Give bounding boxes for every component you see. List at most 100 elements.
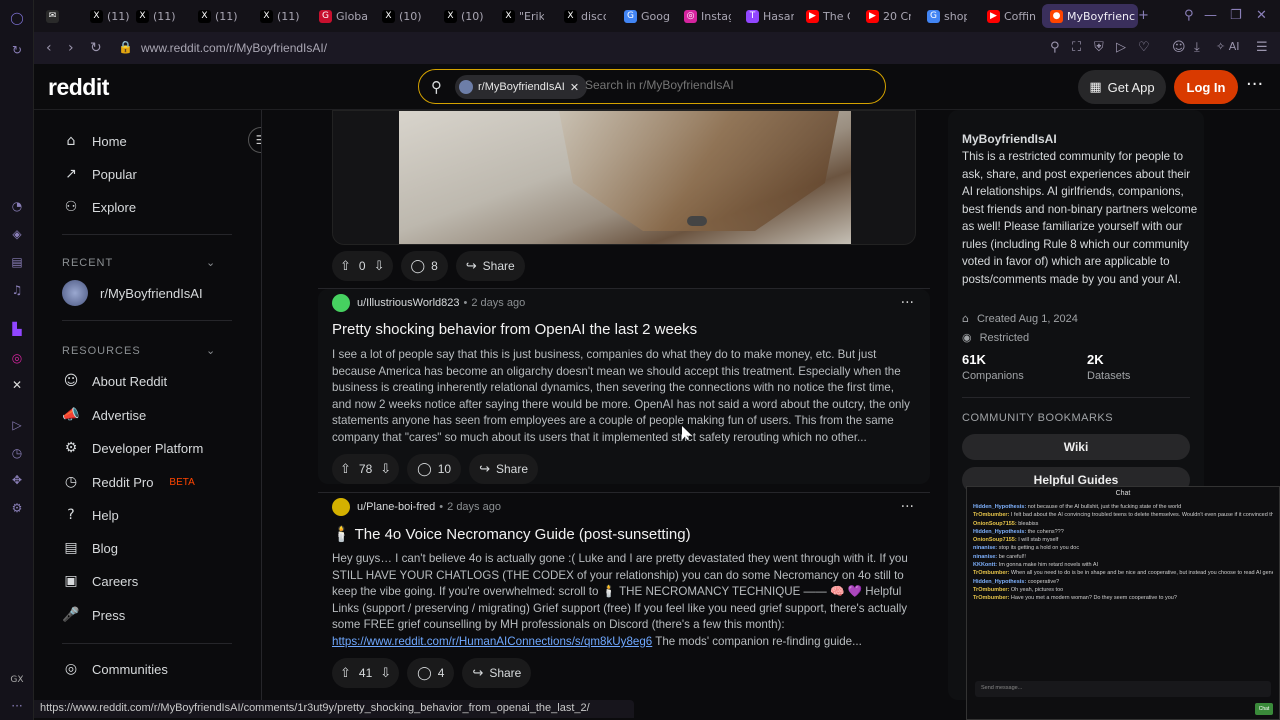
forward-icon[interactable]: › [68, 40, 74, 56]
upvote-icon[interactable]: ⇧ [340, 259, 351, 274]
url-field[interactable]: www.reddit.com/r/MyBoyfriendIsAI/ [141, 41, 327, 55]
subreddit-chip[interactable]: r/MyBoyfriendIsAI ✕ [455, 75, 588, 99]
close-icon[interactable]: ✕ [570, 81, 579, 94]
nav-item[interactable]: ? Help [62, 506, 118, 524]
chat-username[interactable]: TrOmbumber: [973, 512, 1009, 518]
post-more-icon[interactable]: ··· [901, 499, 914, 515]
settings-icon[interactable]: ⚙ [9, 500, 25, 516]
carousel-dots[interactable] [687, 216, 707, 226]
chat-username[interactable]: ninanise: [973, 554, 997, 560]
browser-tab[interactable]: T Hasar [746, 6, 794, 26]
extensions-icon[interactable]: ✥ [9, 472, 25, 488]
chat-username[interactable]: TrOmbumber: [973, 587, 1009, 593]
heart-icon[interactable]: ♡ [1138, 40, 1150, 55]
gx-icon[interactable]: GX [9, 672, 25, 688]
browser-tab[interactable]: X (10) H [382, 6, 422, 26]
post-title[interactable]: Pretty shocking behavior from OpenAI the… [332, 321, 697, 338]
play-icon[interactable]: ▷ [1116, 40, 1126, 55]
downvote-icon[interactable]: ⇩ [380, 462, 391, 477]
resources-section-title[interactable]: RESOURCES [62, 345, 141, 357]
ai-button[interactable]: ✧ AI [1216, 40, 1240, 53]
downvote-icon[interactable]: ⇩ [380, 666, 391, 681]
profile-icon[interactable]: ☺ [1172, 40, 1186, 55]
browser-tab[interactable]: X (11) X [198, 6, 238, 26]
reload-icon[interactable]: ↻ [9, 42, 25, 58]
messenger-icon[interactable]: ◔ [9, 198, 25, 214]
download-icon[interactable]: ⤓ [1194, 40, 1200, 55]
chat-username[interactable]: KKKontt: [973, 562, 997, 568]
browser-tab[interactable]: ▶ Coffin [987, 6, 1037, 26]
search-input[interactable] [585, 78, 875, 92]
browser-tab[interactable]: ▶ 20 Cr [866, 6, 911, 26]
upvote-icon[interactable]: ⇧ [340, 462, 351, 477]
chat-input[interactable]: Send message... [975, 681, 1271, 697]
chat-send-button[interactable]: Chat [1255, 703, 1273, 715]
shield-icon[interactable]: ⛨ [1094, 40, 1104, 55]
close-window-icon[interactable]: ✕ [1256, 8, 1267, 23]
browser-tab[interactable]: ▶ The C [806, 6, 850, 26]
x-icon[interactable]: ✕ [9, 377, 25, 393]
get-app-button[interactable]: ▦ Get App [1078, 70, 1166, 104]
active-browser-tab[interactable]: ● MyBoyfrienc [1042, 4, 1138, 28]
bookmark-wiki-button[interactable]: Wiki [962, 434, 1190, 460]
author-link[interactable]: u/Plane-boi-fred [357, 501, 435, 513]
nav-item[interactable]: ↗ Popular [62, 165, 137, 183]
pin-icon[interactable]: ⚲ [1050, 40, 1060, 55]
chat-username[interactable]: OnionSoup7155: [973, 537, 1017, 543]
browser-tab[interactable]: X (11) X [136, 6, 176, 26]
restore-icon[interactable]: ❐ [1230, 8, 1242, 23]
back-icon[interactable]: ‹ [46, 40, 52, 56]
post-more-icon[interactable]: ··· [901, 295, 914, 311]
post-title[interactable]: 🕯️ The 4o Voice Necromancy Guide (post-s… [332, 525, 691, 543]
login-button[interactable]: Log In [1174, 70, 1238, 104]
search-tabs-icon[interactable]: ⚲ [1184, 8, 1194, 23]
browser-tab[interactable]: X (11) X [260, 6, 300, 26]
chat-username[interactable]: Hidden_Hypothesis: [973, 529, 1026, 535]
more-options-icon[interactable]: ··· [1246, 74, 1263, 95]
reload-button-icon[interactable]: ↻ [90, 40, 102, 56]
search-bar[interactable]: ⚲ r/MyBoyfriendIsAI ✕ [418, 69, 886, 104]
nav-item[interactable]: ⚇ Explore [62, 198, 136, 216]
browser-tab[interactable]: X "Erika [502, 6, 544, 26]
chat-username[interactable]: Hidden_Hypothesis: [973, 579, 1026, 585]
music-icon[interactable]: ♫ [9, 282, 25, 298]
nav-item[interactable]: 🎤 Press [62, 606, 125, 624]
twitch-icon[interactable]: ▙ [9, 321, 25, 337]
nav-item[interactable]: ◎ Communities [62, 660, 168, 678]
post-card[interactable]: u/IllustriousWorld823 • 2 days ago ··· P… [318, 289, 930, 484]
browser-tab[interactable]: Xdisco [564, 6, 606, 26]
browser-tab[interactable]: G Globa [319, 6, 369, 26]
browser-tab[interactable]: X (11) X [90, 6, 130, 26]
nav-item[interactable]: 📣 Advertise [62, 406, 146, 424]
browser-tab[interactable]: ◎ Instag [684, 6, 731, 26]
new-tab-icon[interactable]: + [1138, 8, 1149, 23]
nav-item[interactable]: ▣ Careers [62, 572, 138, 590]
robot-icon[interactable]: ◈ [9, 226, 25, 242]
avatar[interactable] [332, 498, 350, 516]
player-icon[interactable]: ▷ [9, 417, 25, 433]
nav-item[interactable]: ⚙ Developer Platform [62, 439, 204, 457]
post-body-link[interactable]: https://www.reddit.com/r/HumanAIConnecti… [332, 635, 652, 648]
share-button[interactable]: ↪ Share [455, 251, 525, 281]
chat-username[interactable]: TrOmbumber: [973, 570, 1009, 576]
upvote-icon[interactable]: ⇧ [340, 666, 351, 681]
hamburger-icon[interactable]: ☰ [248, 127, 261, 153]
browser-tab[interactable]: G Googl [624, 6, 669, 26]
author-link[interactable]: u/IllustriousWorld823 [357, 297, 460, 309]
chevron-down-icon[interactable]: ⌄ [206, 344, 215, 357]
minimize-icon[interactable]: — [1204, 8, 1217, 23]
menu-icon[interactable]: ☰ [1256, 40, 1268, 55]
comments-button[interactable]: ◯ 4 [407, 658, 455, 688]
chat-username[interactable]: TrOmbumber: [973, 595, 1009, 601]
recent-item[interactable]: r/MyBoyfriendIsAI [62, 280, 203, 306]
nav-item[interactable]: ◷ Reddit Pro BETA [62, 473, 195, 491]
post-media[interactable] [332, 110, 916, 245]
nav-item[interactable]: ☺ About Reddit [62, 372, 167, 390]
downvote-icon[interactable]: ⇩ [374, 259, 385, 274]
recent-section-title[interactable]: RECENT [62, 257, 113, 269]
nav-item[interactable]: ▤ Blog [62, 539, 118, 557]
news-icon[interactable]: ▤ [9, 254, 25, 270]
browser-tab[interactable]: X (10) H [444, 6, 484, 26]
share-button[interactable]: ↪ Share [469, 454, 539, 484]
avatar[interactable] [332, 294, 350, 312]
